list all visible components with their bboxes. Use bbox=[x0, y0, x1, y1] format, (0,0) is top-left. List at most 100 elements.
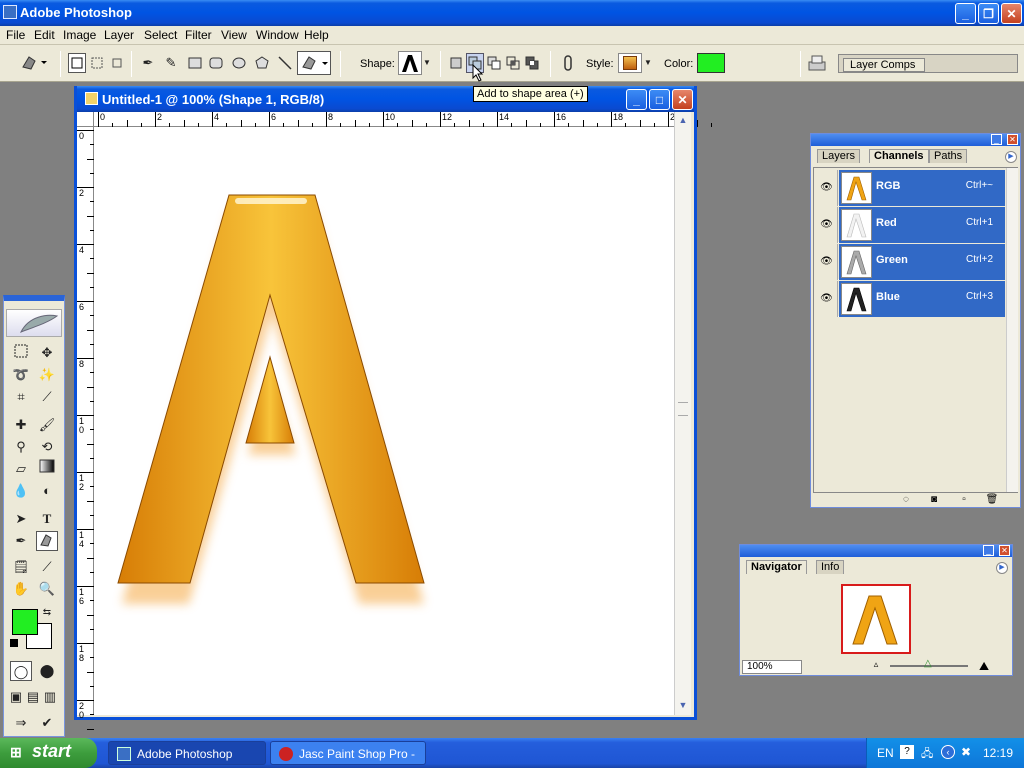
eraser-tool-icon[interactable]: ▱ bbox=[10, 459, 32, 479]
panel-menu-arrow-icon[interactable]: ▶ bbox=[996, 562, 1008, 574]
navigator-close-button[interactable]: ✕ bbox=[999, 545, 1010, 556]
style-dropdown-chevron-icon[interactable]: ▼ bbox=[642, 53, 654, 73]
blur-tool-icon[interactable]: 💧 bbox=[10, 481, 32, 501]
gradient-tool-icon[interactable] bbox=[36, 459, 58, 479]
security-alert-icon[interactable]: ✖ bbox=[961, 745, 971, 759]
channel-row-rgb[interactable]: 👁 RGB Ctrl+~ bbox=[816, 170, 1005, 206]
zoom-field[interactable]: 100% bbox=[742, 660, 802, 674]
zoom-out-icon[interactable]: ▵ bbox=[870, 659, 882, 673]
zoom-slider-thumb[interactable]: △ bbox=[924, 658, 934, 670]
scroll-down-arrow-icon[interactable]: ▼ bbox=[676, 698, 690, 712]
channel-row-red[interactable]: 👁 Red Ctrl+1 bbox=[816, 207, 1005, 243]
horizontal-ruler[interactable]: 02468101214161820 bbox=[94, 112, 712, 127]
brush-tool-icon[interactable]: 🖌 bbox=[36, 415, 58, 435]
marquee-tool-icon[interactable] bbox=[10, 343, 32, 363]
zoom-tool-icon[interactable]: 🔍 bbox=[36, 579, 58, 599]
ruler-origin[interactable] bbox=[77, 112, 94, 127]
eyedropper-tool-icon[interactable]: ⟋ bbox=[36, 557, 58, 577]
screen-mode-full-menu-icon[interactable]: ▤ bbox=[25, 687, 41, 707]
channels-minimize-button[interactable]: _ bbox=[991, 134, 1002, 145]
minimize-button[interactable]: _ bbox=[955, 3, 976, 24]
toolbox-feather-logo[interactable] bbox=[6, 309, 62, 337]
menu-view[interactable]: View bbox=[221, 28, 247, 42]
tab-channels[interactable]: Channels bbox=[869, 149, 929, 163]
tab-paths[interactable]: Paths bbox=[929, 149, 968, 163]
pen-tool-icon[interactable]: ✒ bbox=[10, 531, 32, 551]
tool-preset-picker[interactable] bbox=[18, 52, 48, 72]
clone-stamp-icon[interactable]: ⚲ bbox=[10, 437, 32, 457]
navigator-preview[interactable] bbox=[841, 584, 911, 654]
menu-window[interactable]: Window bbox=[256, 28, 299, 42]
rounded-rectangle-icon[interactable] bbox=[207, 53, 225, 73]
menu-file[interactable]: File bbox=[6, 28, 25, 42]
crop-tool-icon[interactable]: ⌗ bbox=[10, 387, 32, 407]
shape-picker[interactable] bbox=[398, 51, 422, 75]
magic-wand-icon[interactable]: ✨ bbox=[36, 365, 58, 385]
vertical-scrollbar[interactable]: ▲ ▼ bbox=[674, 112, 691, 715]
slice-tool-icon[interactable]: ⟋ bbox=[36, 387, 58, 407]
load-channel-selection-icon[interactable]: ◌ bbox=[899, 494, 913, 506]
menu-help[interactable]: Help bbox=[304, 28, 329, 42]
standard-mode-icon[interactable]: ◯ bbox=[10, 661, 32, 681]
hand-tool-icon[interactable]: ✋ bbox=[10, 579, 32, 599]
scroll-grip[interactable] bbox=[678, 402, 688, 416]
shape-dropdown-chevron-icon[interactable]: ▼ bbox=[421, 53, 433, 73]
foreground-color-swatch[interactable] bbox=[12, 609, 38, 635]
visibility-eye-icon[interactable]: 👁 bbox=[816, 281, 838, 317]
vertical-ruler[interactable]: 0 2 4 6 8 1 0 1 2 1 4 1 6 1 8 2 0 bbox=[77, 127, 94, 744]
tab-layers[interactable]: Layers bbox=[817, 149, 861, 163]
freeform-pen-icon[interactable]: ✎ bbox=[160, 53, 182, 73]
fill-pixels-icon[interactable] bbox=[108, 53, 126, 73]
paths-mode-icon[interactable] bbox=[88, 53, 106, 73]
exclude-overlapping-areas-icon[interactable] bbox=[523, 53, 541, 73]
history-brush-icon[interactable]: ⟲ bbox=[36, 437, 58, 457]
channel-row-green[interactable]: 👁 Green Ctrl+2 bbox=[816, 244, 1005, 280]
language-indicator[interactable]: EN bbox=[877, 746, 894, 760]
type-tool-icon[interactable]: T bbox=[36, 509, 58, 529]
screen-mode-full-icon[interactable]: ▥ bbox=[42, 687, 58, 707]
menu-image[interactable]: Image bbox=[63, 28, 96, 42]
close-button[interactable]: ✕ bbox=[1001, 3, 1022, 24]
channel-row-blue[interactable]: 👁 Blue Ctrl+3 bbox=[816, 281, 1005, 317]
quick-mask-mode-icon[interactable]: ⬤ bbox=[36, 661, 58, 681]
help-icon[interactable]: ? bbox=[900, 745, 914, 759]
new-channel-icon[interactable]: ▫ bbox=[957, 494, 971, 506]
tab-info[interactable]: Info bbox=[816, 560, 845, 574]
scroll-up-arrow-icon[interactable]: ▲ bbox=[676, 113, 690, 127]
menu-edit[interactable]: Edit bbox=[34, 28, 55, 42]
rectangle-shape-icon[interactable] bbox=[186, 53, 204, 73]
menu-layer[interactable]: Layer bbox=[104, 28, 134, 42]
task-paint-shop-pro[interactable]: Jasc Paint Shop Pro - ... bbox=[270, 741, 426, 765]
letter-a-shape[interactable] bbox=[117, 194, 425, 584]
visibility-eye-icon[interactable]: 👁 bbox=[816, 207, 838, 243]
create-new-shape-layer-icon[interactable] bbox=[447, 53, 465, 73]
canvas[interactable] bbox=[94, 127, 674, 715]
screen-mode-standard-icon[interactable]: ▣ bbox=[8, 687, 24, 707]
start-button[interactable]: ⊞ start bbox=[0, 738, 97, 768]
menu-filter[interactable]: Filter bbox=[185, 28, 212, 42]
shape-layers-icon[interactable] bbox=[68, 53, 86, 73]
custom-shape-tool-icon[interactable] bbox=[36, 531, 58, 551]
color-swatch[interactable] bbox=[697, 53, 725, 73]
delete-channel-icon[interactable]: 🗑 bbox=[985, 494, 999, 506]
link-style-icon[interactable] bbox=[558, 53, 578, 73]
line-shape-icon[interactable] bbox=[276, 53, 294, 73]
network-icon[interactable]: 🖧 bbox=[921, 745, 933, 764]
lasso-tool-icon[interactable]: ➰ bbox=[10, 365, 32, 385]
jump-to-app-icon[interactable]: ✔ bbox=[36, 713, 58, 733]
style-swatch[interactable] bbox=[618, 53, 642, 73]
palette-well-icon[interactable] bbox=[806, 53, 828, 73]
channel-scrollbar[interactable] bbox=[1006, 168, 1018, 492]
pen-tool-icon[interactable]: ✒ bbox=[137, 53, 159, 73]
ellipse-shape-icon[interactable] bbox=[230, 53, 248, 73]
navigator-minimize-button[interactable]: _ bbox=[983, 545, 994, 556]
visibility-eye-icon[interactable]: 👁 bbox=[816, 170, 838, 206]
intersect-shape-areas-icon[interactable] bbox=[504, 53, 522, 73]
visibility-eye-icon[interactable]: 👁 bbox=[816, 244, 838, 280]
notes-tool-icon[interactable]: 🗒 bbox=[10, 557, 32, 577]
doc-close-button[interactable]: ✕ bbox=[672, 89, 693, 110]
move-tool-icon[interactable]: ✥ bbox=[36, 343, 58, 363]
zoom-in-icon[interactable]: ⛰ bbox=[976, 659, 992, 673]
tab-navigator[interactable]: Navigator bbox=[746, 560, 807, 574]
swap-colors-icon[interactable]: ⇆ bbox=[40, 603, 54, 623]
